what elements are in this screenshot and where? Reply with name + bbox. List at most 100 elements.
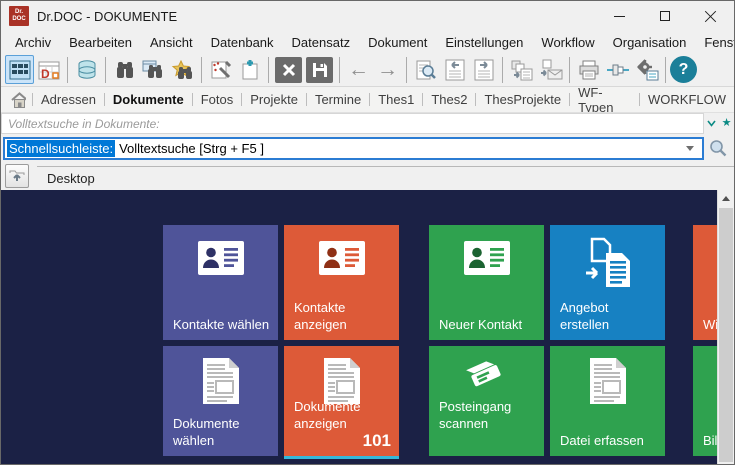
quick-search-value: Volltextsuche [Strg + F5 ] bbox=[115, 141, 686, 156]
search-favorites-button[interactable] bbox=[168, 55, 197, 84]
delete-x-icon bbox=[282, 63, 296, 77]
tiles-view-icon bbox=[9, 60, 31, 80]
folder-up-button[interactable] bbox=[5, 164, 29, 188]
save-button[interactable] bbox=[306, 57, 333, 83]
forward-button[interactable]: → bbox=[373, 55, 402, 84]
print-button[interactable] bbox=[574, 55, 603, 84]
menu-dokument[interactable]: Dokument bbox=[359, 33, 436, 52]
chevron-down-icon[interactable] bbox=[686, 146, 694, 151]
scanner-icon bbox=[429, 352, 544, 394]
tile-datei-erfassen[interactable]: Datei erfassen bbox=[550, 346, 665, 456]
tab-termine[interactable]: Termine bbox=[307, 89, 369, 110]
tab-dokumente[interactable]: Dokumente bbox=[105, 89, 192, 110]
menu-einstellungen[interactable]: Einstellungen bbox=[436, 33, 532, 52]
quick-search-input[interactable]: Schnellsuchleiste: Volltextsuche [Strg +… bbox=[3, 137, 704, 160]
menu-datenbank[interactable]: Datenbank bbox=[202, 33, 283, 52]
back-button[interactable]: ← bbox=[344, 55, 373, 84]
tile-kontakte-waehlen[interactable]: Kontakte wählen bbox=[163, 225, 278, 340]
link-icon bbox=[606, 61, 630, 79]
tile-posteingang-scannen[interactable]: Posteingang scannen bbox=[429, 346, 544, 456]
tab-thes2[interactable]: Thes2 bbox=[423, 89, 475, 110]
scrollbar-thumb[interactable] bbox=[719, 208, 733, 462]
contact-card-icon bbox=[429, 241, 544, 275]
quick-search-row: Schnellsuchleiste: Volltextsuche [Strg +… bbox=[1, 134, 734, 162]
doc-next-button[interactable] bbox=[469, 55, 498, 84]
minimize-icon bbox=[614, 16, 625, 17]
help-button[interactable]: ? bbox=[670, 56, 697, 83]
app-window: Dr. DOC Dr.DOC - DOKUMENTE Archiv Bearbe… bbox=[0, 0, 735, 465]
tile-label: Angebot erstellen bbox=[560, 299, 659, 333]
help-icon: ? bbox=[679, 61, 689, 79]
close-icon bbox=[705, 10, 717, 22]
vertical-scrollbar[interactable] bbox=[717, 190, 734, 464]
menu-ansicht[interactable]: Ansicht bbox=[141, 33, 202, 52]
doc-preview-icon bbox=[415, 59, 437, 81]
desktop-tab[interactable]: Desktop bbox=[37, 166, 734, 190]
menu-organisation[interactable]: Organisation bbox=[604, 33, 696, 52]
tab-fotos[interactable]: Fotos bbox=[193, 89, 242, 110]
home-icon[interactable] bbox=[11, 92, 26, 108]
database-icon bbox=[76, 59, 98, 81]
doc-preview-button[interactable] bbox=[411, 55, 440, 84]
search-button[interactable] bbox=[110, 55, 139, 84]
minimize-button[interactable] bbox=[596, 1, 642, 31]
tab-workflow[interactable]: WORKFLOW bbox=[640, 89, 734, 110]
toolbar-separator bbox=[502, 57, 503, 83]
window-title: Dr.DOC - DOKUMENTE bbox=[37, 9, 177, 24]
title-bar: Dr. DOC Dr.DOC - DOKUMENTE bbox=[1, 1, 734, 31]
new-record-button[interactable] bbox=[235, 55, 264, 84]
link-button[interactable] bbox=[603, 55, 632, 84]
favorite-star-icon[interactable]: ★ bbox=[722, 118, 732, 129]
menu-archiv[interactable]: Archiv bbox=[6, 33, 60, 52]
save-icon bbox=[312, 62, 328, 78]
toolbar-separator bbox=[105, 57, 106, 83]
send-mail-button[interactable] bbox=[536, 55, 565, 84]
search-submit-button[interactable] bbox=[704, 136, 732, 160]
toolbar-separator bbox=[201, 57, 202, 83]
document-icon bbox=[550, 356, 665, 406]
tile-label: Dokumente anzeigen bbox=[294, 398, 393, 432]
menu-bearbeiten[interactable]: Bearbeiten bbox=[60, 33, 141, 52]
contact-card-icon bbox=[163, 241, 278, 275]
delete-button[interactable] bbox=[275, 57, 302, 83]
tile-dokumente-waehlen[interactable]: Dokumente wählen bbox=[163, 346, 278, 456]
fulltext-search-input[interactable]: Volltextsuche in Dokumente: bbox=[1, 113, 704, 134]
note-wizard-button[interactable] bbox=[206, 55, 235, 84]
settings-form-button[interactable] bbox=[632, 55, 661, 84]
copy-to-doc-icon bbox=[510, 59, 534, 81]
back-arrow-icon: ← bbox=[348, 59, 369, 80]
tile-angebot-erstellen[interactable]: Angebot erstellen bbox=[550, 225, 665, 340]
desktop-bar: Desktop bbox=[1, 162, 734, 190]
view-tabs: Adressen Dokumente Fotos Projekte Termin… bbox=[1, 87, 734, 112]
quick-search-label: Schnellsuchleiste: bbox=[7, 140, 115, 157]
fulltext-expand-icon[interactable] bbox=[707, 120, 716, 127]
doc-prev-icon bbox=[445, 59, 465, 81]
maximize-button[interactable] bbox=[642, 1, 688, 31]
tile-dokumente-anzeigen[interactable]: Dokumente anzeigen 101 bbox=[284, 346, 399, 459]
toolbar-separator bbox=[268, 57, 269, 83]
menu-fenster[interactable]: Fenster bbox=[695, 33, 735, 52]
tab-adressen[interactable]: Adressen bbox=[33, 89, 104, 110]
database-button[interactable] bbox=[72, 55, 101, 84]
tab-thesprojekte[interactable]: ThesProjekte bbox=[476, 89, 569, 110]
calendar-database-button[interactable]: D bbox=[34, 55, 63, 84]
menu-workflow[interactable]: Workflow bbox=[532, 33, 603, 52]
tab-thes1[interactable]: Thes1 bbox=[370, 89, 422, 110]
app-icon-text-2: DOC bbox=[12, 16, 25, 23]
doc-prev-button[interactable] bbox=[440, 55, 469, 84]
tab-projekte[interactable]: Projekte bbox=[242, 89, 306, 110]
tile-kontakte-anzeigen[interactable]: Kontakte anzeigen bbox=[284, 225, 399, 340]
tile-neuer-kontakt[interactable]: Neuer Kontakt bbox=[429, 225, 544, 340]
copy-to-doc-button[interactable] bbox=[507, 55, 536, 84]
close-button[interactable] bbox=[688, 1, 734, 31]
app-icon: Dr. DOC bbox=[9, 6, 29, 26]
menu-datensatz[interactable]: Datensatz bbox=[283, 33, 360, 52]
search-form-button[interactable] bbox=[139, 55, 168, 84]
note-wizard-icon bbox=[210, 59, 232, 81]
tiles-view-button[interactable] bbox=[5, 55, 34, 84]
scroll-up-button[interactable] bbox=[718, 190, 734, 207]
print-icon bbox=[578, 60, 600, 80]
doc-next-icon bbox=[474, 59, 494, 81]
app-icon-text-1: Dr. bbox=[15, 9, 23, 16]
send-mail-icon bbox=[539, 59, 563, 81]
